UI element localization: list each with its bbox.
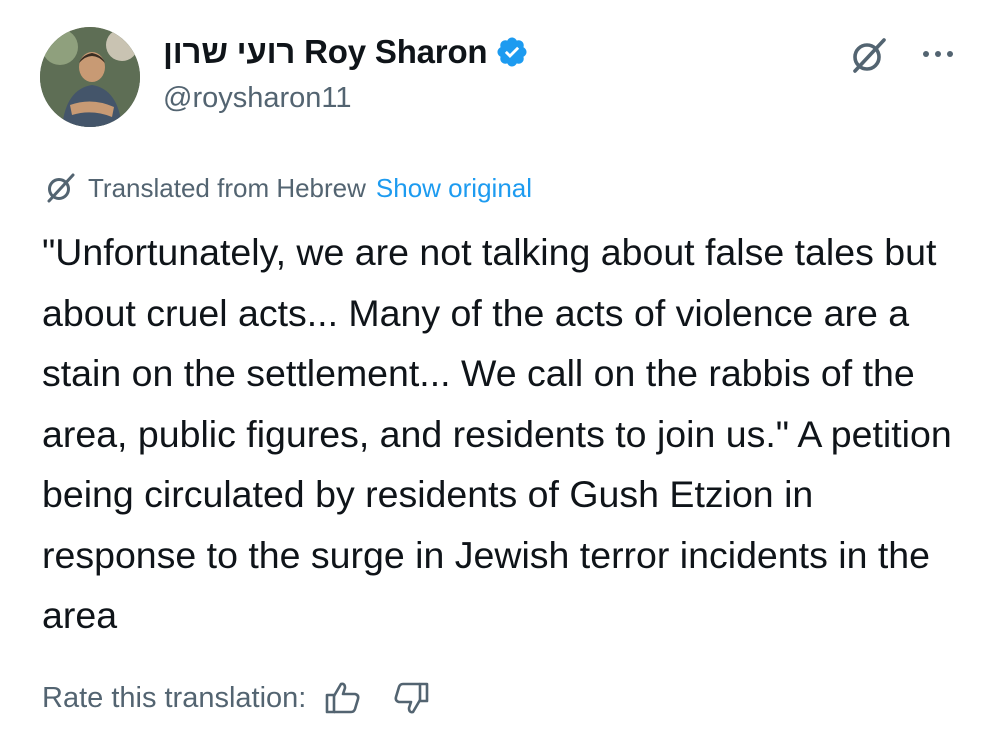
author-display-name[interactable]: רועי שרון Roy Sharon bbox=[163, 33, 488, 71]
grok-translate-icon bbox=[42, 170, 78, 206]
translation-notice: Translated from Hebrew Show original bbox=[42, 170, 532, 206]
more-dot bbox=[923, 51, 929, 57]
rate-translation-label: Rate this translation: bbox=[42, 681, 307, 714]
more-options-icon[interactable] bbox=[914, 36, 962, 72]
translated-from-label: Translated from Hebrew bbox=[88, 172, 366, 203]
show-original-link[interactable]: Show original bbox=[376, 173, 532, 204]
verified-badge-icon[interactable] bbox=[495, 35, 529, 69]
thumbs-down-icon[interactable] bbox=[392, 679, 430, 717]
tweet-text: "Unfortunately, we are not talking about… bbox=[42, 231, 963, 636]
more-dot bbox=[935, 51, 941, 57]
grok-icon[interactable] bbox=[846, 34, 890, 78]
profile-photo-icon bbox=[40, 27, 140, 127]
thumbs-up-icon[interactable] bbox=[324, 679, 362, 717]
rate-translation-row: Rate this translation: bbox=[42, 676, 460, 720]
avatar[interactable] bbox=[40, 27, 140, 127]
more-dot bbox=[947, 51, 953, 57]
author-name-row: רועי שרון Roy Sharon bbox=[163, 30, 529, 74]
author-handle[interactable]: @roysharon11 bbox=[163, 82, 352, 115]
